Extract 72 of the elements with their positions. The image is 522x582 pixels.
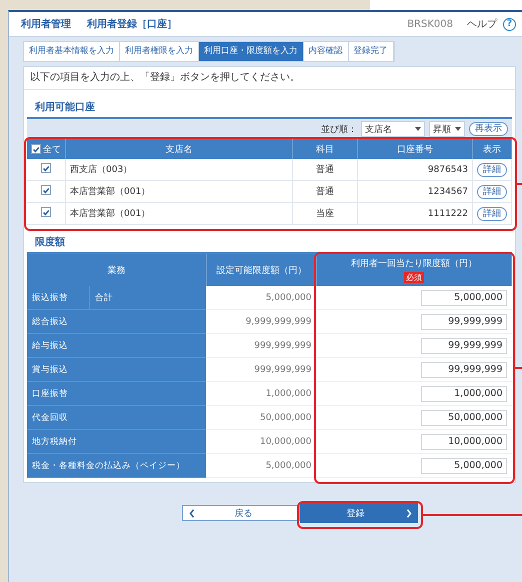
table-cell: 普通 (292, 180, 358, 202)
column-header: 支店名 (166, 144, 192, 154)
table-cell: 1234567 (358, 180, 472, 202)
table-cell: 5,000,000 (206, 286, 316, 310)
step-tab[interactable]: 利用口座・限度額を入力 (199, 42, 304, 61)
refresh-button[interactable]: 再表示 (469, 122, 508, 136)
table-cell: 本店営業部（001） (66, 180, 292, 202)
caret-icon (455, 127, 461, 131)
leader-line (514, 366, 522, 369)
details-button[interactable]: 詳細 (477, 162, 507, 176)
table-cell: 普通 (292, 159, 358, 180)
caret-icon (415, 127, 421, 131)
leader-line (517, 183, 522, 185)
page-title: 利用者登録［口座］ (87, 17, 178, 31)
instruction-text: 以下の項目を入力の上、「登録」ボタンを押してください。 (24, 67, 515, 90)
column-header: 科目 (316, 144, 334, 154)
amount-field[interactable]: 99,999,999 (420, 362, 506, 378)
table-cell: 5,000,000 (206, 454, 316, 478)
column-header: 業務 (107, 266, 126, 276)
chevron-left-icon (188, 508, 194, 518)
help-link[interactable]: ヘルプ (467, 17, 497, 31)
row-header: 総合振込 (27, 310, 206, 334)
table-cell: 10,000,000 (206, 430, 316, 454)
column-header: 利用者一回当たり限度額（円） (351, 258, 477, 270)
step-tab[interactable]: 内容確認 (304, 42, 348, 61)
chevron-right-icon (406, 508, 412, 518)
table-cell: 本店営業部（001） (66, 202, 292, 224)
checkbox[interactable] (41, 163, 51, 174)
amount-field[interactable]: 99,999,999 (420, 314, 506, 330)
column-header: 設定可能限度額（円） (216, 266, 306, 276)
amount-field[interactable]: 50,000,000 (420, 410, 506, 426)
amount-field[interactable]: 1,000,000 (420, 386, 506, 402)
table-cell: 1111222 (358, 202, 472, 224)
row-header: 代金回収 (27, 406, 206, 430)
table-cell: 当座 (292, 202, 358, 224)
sort-order-dropdown[interactable]: 昇順 (429, 121, 465, 137)
screen-id: BRSK008 (407, 18, 453, 30)
table-cell: 9,999,999,999 (206, 310, 316, 334)
register-button[interactable]: 登録 (300, 503, 418, 523)
column-header: 全て (43, 144, 61, 156)
checkbox[interactable] (31, 144, 41, 154)
section-title: 利用者管理 (21, 18, 71, 31)
table-cell: 1,000,000 (206, 382, 316, 406)
table-cell: 西支店（003） (66, 159, 292, 180)
row-header: 賞与振込 (27, 358, 206, 382)
column-header: 表示 (483, 144, 501, 154)
amount-field[interactable]: 10,000,000 (420, 434, 506, 450)
amount-field[interactable]: 5,000,000 (420, 290, 506, 306)
checkbox[interactable] (41, 207, 51, 218)
table-cell: 9876543 (358, 159, 472, 180)
required-badge: 必須 (404, 272, 424, 283)
amount-field[interactable]: 99,999,999 (420, 338, 506, 354)
step-tab[interactable]: 登録完了 (348, 42, 394, 61)
back-button[interactable]: 戻る (182, 505, 300, 521)
sort-label: 並び順： (321, 124, 357, 136)
sort-field-dropdown[interactable]: 支店名 (361, 121, 425, 137)
table-cell: 50,000,000 (206, 406, 316, 430)
row-header: 口座振替 (27, 382, 206, 406)
checkbox[interactable] (41, 185, 51, 196)
step-tab[interactable]: 利用者基本情報を入力 (24, 42, 120, 61)
table-cell: 999,999,999 (206, 334, 316, 358)
row-header: 給与振込 (27, 334, 206, 358)
details-button[interactable]: 詳細 (477, 184, 507, 198)
amount-field[interactable]: 5,000,000 (420, 458, 506, 474)
table-cell: 999,999,999 (206, 358, 316, 382)
column-header: 口座番号 (397, 144, 433, 154)
help-icon[interactable]: ? (503, 18, 516, 30)
row-header: 振込振替 (27, 286, 90, 310)
row-header: 地方税納付 (27, 430, 206, 454)
details-button[interactable]: 詳細 (477, 206, 507, 220)
row-header: 税金・各種料金の払込み（ペイジー） (27, 454, 206, 478)
row-header: 合計 (90, 286, 206, 310)
